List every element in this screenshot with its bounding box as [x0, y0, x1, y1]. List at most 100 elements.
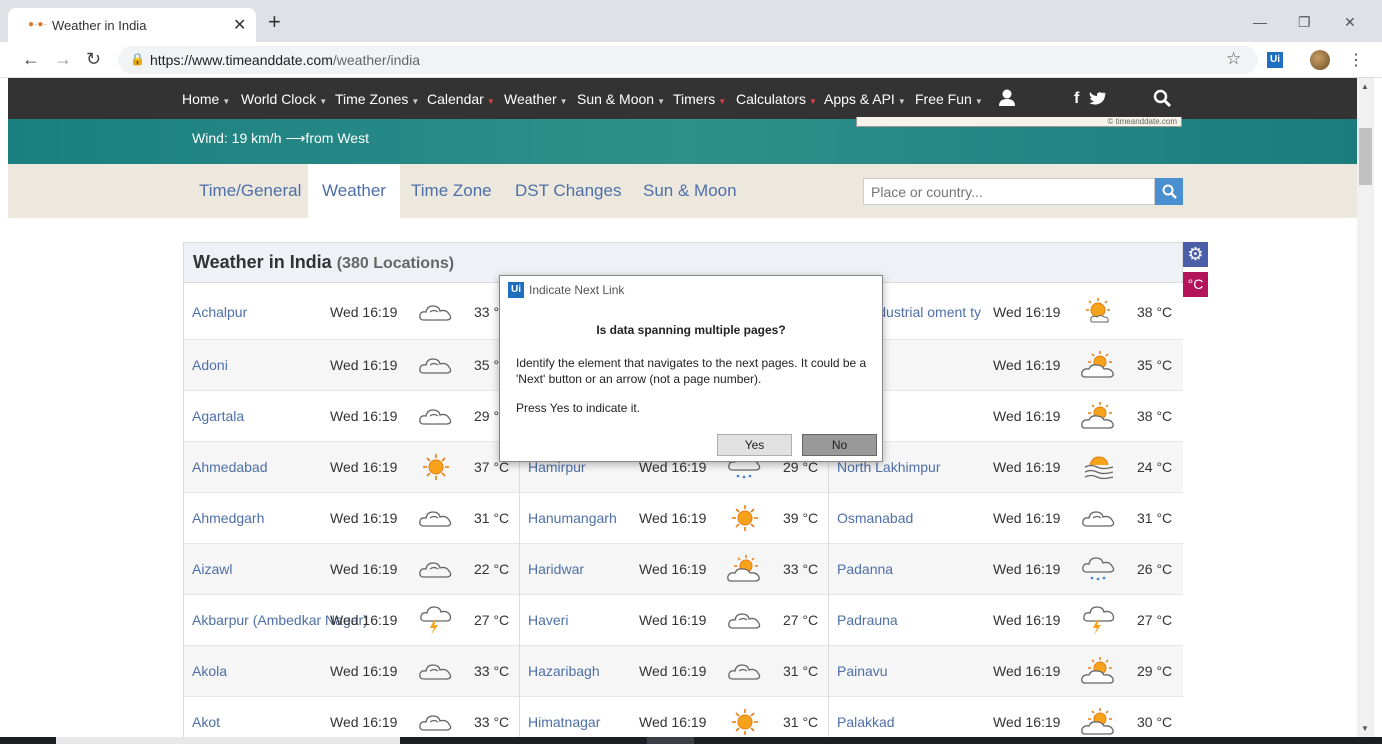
nav-timers[interactable]: Timers ▼	[673, 91, 726, 107]
back-icon[interactable]: ←	[22, 50, 40, 68]
restore-icon[interactable]: ❐	[1298, 14, 1311, 31]
city-link[interactable]: Haveri	[528, 595, 568, 645]
temperature: 39 °C	[783, 510, 819, 526]
city-link[interactable]: Adoni	[192, 340, 228, 390]
nav-apps-api[interactable]: Apps & API ▼	[824, 91, 906, 107]
taskbar-search-box[interactable]	[56, 737, 400, 744]
nav-world-clock[interactable]: World Clock ▼	[241, 91, 327, 107]
user-account-icon[interactable]	[998, 89, 1016, 107]
tab-sun-moon[interactable]: Sun & Moon	[629, 164, 751, 218]
table-row: Hazaribagh Wed 16:19 31 °C	[520, 646, 828, 697]
scroll-thumb[interactable]	[1359, 128, 1372, 185]
city-link[interactable]: Ahmedgarh	[192, 493, 264, 543]
cloudy-weather-icon	[416, 544, 456, 594]
local-time: Wed 16:19	[639, 561, 707, 577]
temperature: 29 °C	[1137, 663, 1173, 679]
page-scrollbar[interactable]: ▲ ▼	[1357, 78, 1374, 744]
tab-time-zone[interactable]: Time Zone	[397, 164, 506, 218]
nav-calculators[interactable]: Calculators ▼	[736, 91, 817, 107]
city-link[interactable]: Hanumangarh	[528, 493, 617, 543]
city-link[interactable]: Achalpur	[192, 284, 247, 339]
city-link[interactable]: Padanna	[837, 544, 893, 594]
nav-calendar[interactable]: Calendar ▼	[427, 91, 495, 107]
tab-close-icon[interactable]: ✕	[233, 15, 246, 35]
yes-button[interactable]: Yes	[717, 434, 792, 456]
browser-tab[interactable]: ●·●· Weather in India ✕	[8, 8, 256, 42]
twitter-icon[interactable]	[1089, 91, 1107, 106]
address-bar[interactable]: 🔒 https://www.timeanddate.com/weather/in…	[118, 46, 1258, 74]
partly-weather-icon	[1079, 340, 1119, 390]
indicate-next-link-dialog: Ui Indicate Next Link Is data spanning m…	[499, 275, 883, 462]
site-search-icon[interactable]	[1153, 89, 1172, 108]
local-time: Wed 16:19	[330, 510, 398, 526]
nav-weather[interactable]: Weather ▼	[504, 91, 568, 107]
reload-icon[interactable]: ↻	[86, 50, 101, 68]
partly-weather-icon	[725, 544, 765, 594]
os-taskbar	[0, 737, 1382, 744]
table-row: Ahmedgarh Wed 16:19 31 °C	[184, 493, 519, 544]
table-row: Haveri Wed 16:19 27 °C	[520, 595, 828, 646]
local-time: Wed 16:19	[993, 510, 1061, 526]
nav-time-zones[interactable]: Time Zones ▼	[335, 91, 419, 107]
haze-weather-icon	[1079, 442, 1119, 492]
nav-home[interactable]: Home ▼	[182, 91, 230, 107]
city-link[interactable]: Agartala	[192, 391, 244, 441]
temperature: 33 °C	[474, 663, 510, 679]
browser-tab-strip: ●·●· Weather in India ✕ + — ❐ ✕	[0, 0, 1382, 42]
local-time: Wed 16:19	[993, 408, 1061, 424]
browser-menu-icon[interactable]: ⋮	[1348, 50, 1364, 70]
thunder-weather-icon	[1079, 595, 1119, 645]
place-search-input[interactable]	[863, 178, 1155, 205]
new-tab-button[interactable]: +	[268, 11, 281, 33]
local-time: Wed 16:19	[993, 303, 1061, 320]
bookmark-star-icon[interactable]: ☆	[1226, 49, 1241, 69]
wind-info: Wind: 19 km/h ⟶from West	[192, 130, 369, 146]
profile-avatar[interactable]	[1310, 50, 1330, 70]
cloudy-weather-icon	[725, 646, 765, 696]
local-time: Wed 16:19	[330, 561, 398, 577]
city-link[interactable]: Hazaribagh	[528, 646, 600, 696]
cloudy-weather-icon	[416, 284, 456, 339]
weather-map-thumbnail[interactable]: © timeanddate.com	[856, 117, 1182, 127]
city-link[interactable]: Padrauna	[837, 595, 898, 645]
temperature: 38 °C	[1137, 303, 1173, 320]
url-text: https://www.timeanddate.com/weather/indi…	[150, 52, 421, 68]
minimize-icon[interactable]: —	[1253, 14, 1267, 30]
city-link[interactable]: Haridwar	[528, 544, 584, 594]
taskbar-app-button[interactable]	[647, 737, 694, 744]
scroll-down-arrow-icon[interactable]: ▼	[1361, 724, 1369, 733]
tab-dst-changes[interactable]: DST Changes	[501, 164, 635, 218]
city-link[interactable]: Osmanabad	[837, 493, 913, 543]
temperature: 27 °C	[474, 612, 510, 628]
scroll-up-arrow-icon[interactable]: ▲	[1361, 82, 1369, 91]
temperature: 27 °C	[783, 612, 819, 628]
cloudy-weather-icon	[416, 493, 456, 543]
nav-free-fun[interactable]: Free Fun ▼	[915, 91, 983, 107]
nav-sun-moon[interactable]: Sun & Moon ▼	[577, 91, 665, 107]
city-link[interactable]: Akola	[192, 646, 227, 696]
tab-weather[interactable]: Weather	[308, 164, 400, 218]
local-time: Wed 16:19	[330, 612, 398, 628]
city-link[interactable]: Aizawl	[192, 544, 232, 594]
forward-icon[interactable]: →	[54, 50, 72, 68]
settings-gear-icon[interactable]: ⚙	[1183, 242, 1208, 267]
table-row: Adoni Wed 16:19 35 °C	[184, 340, 519, 391]
uipath-extension-icon[interactable]: Ui	[1267, 52, 1283, 68]
place-search-button[interactable]	[1155, 178, 1183, 205]
window-close-icon[interactable]: ✕	[1344, 14, 1356, 31]
temperature: 38 °C	[1137, 408, 1173, 424]
temperature-unit-toggle[interactable]: °C	[1183, 272, 1208, 297]
thunder-weather-icon	[416, 595, 456, 645]
city-link[interactable]: Ahmedabad	[192, 442, 268, 492]
facebook-icon[interactable]: f	[1074, 90, 1079, 108]
temperature: 31 °C	[474, 510, 510, 526]
tab-time-general[interactable]: Time/General	[185, 164, 315, 218]
local-time: Wed 16:19	[639, 663, 707, 679]
dialog-message: Identify the element that navigates to t…	[516, 356, 867, 386]
no-button[interactable]: No	[802, 434, 877, 456]
dialog-heading: Is data spanning multiple pages?	[596, 323, 786, 337]
tab-title: Weather in India	[52, 18, 147, 33]
table-row: Painavu Wed 16:19 29 °C	[829, 646, 1183, 697]
temperature: 27 °C	[1137, 612, 1173, 628]
city-link[interactable]: Painavu	[837, 646, 888, 696]
